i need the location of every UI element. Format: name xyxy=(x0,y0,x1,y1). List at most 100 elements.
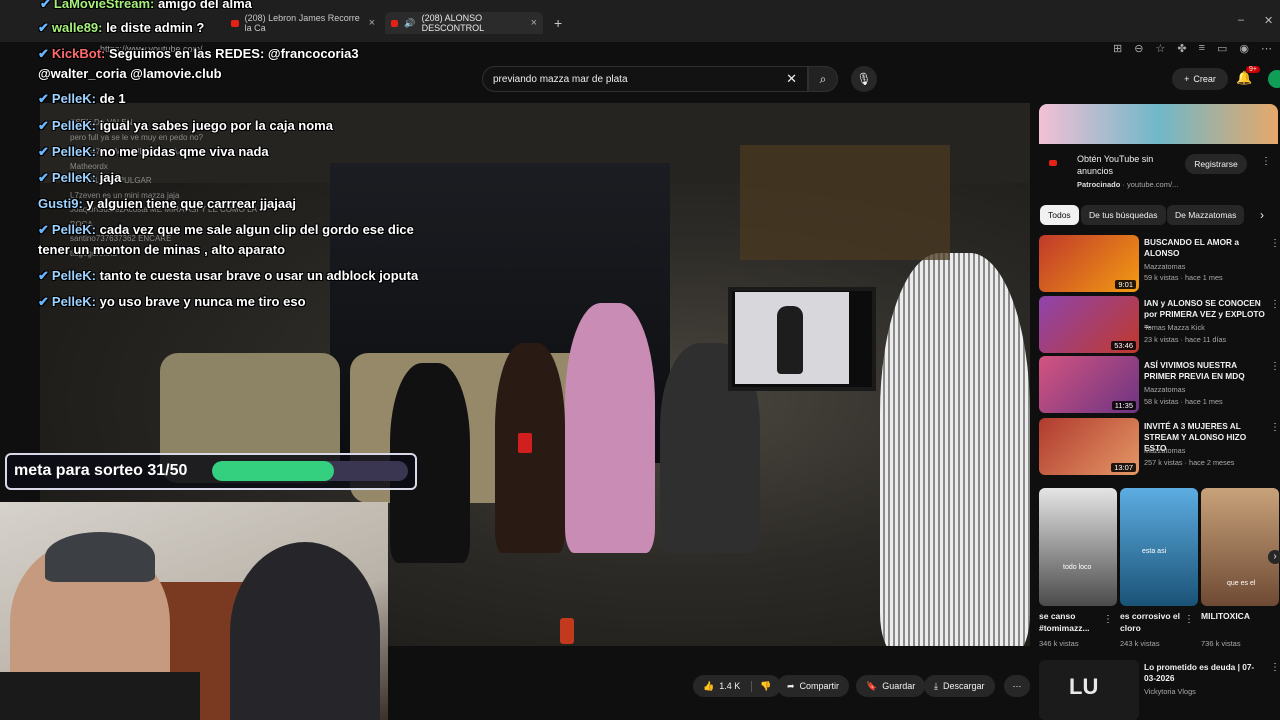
chat-message: ✔ PelleK: igual ya sabes juego por la caj… xyxy=(38,118,333,133)
rec-menu-icon[interactable]: ⋮ xyxy=(1270,422,1280,433)
short-title[interactable]: es corrosivo el cloro xyxy=(1120,610,1182,634)
download-button[interactable]: ⤓ Descargar xyxy=(924,675,995,697)
rec-title[interactable]: ASÍ VIVIMOS NUESTRA PRIMER PREVIA EN MDQ xyxy=(1144,360,1266,382)
bookmark-icon: 🔖 xyxy=(866,680,878,691)
plus-icon: + xyxy=(1184,74,1190,84)
short-thumbnail[interactable]: esta asi xyxy=(1120,488,1198,606)
short-thumbnail[interactable]: que es el xyxy=(1201,488,1279,606)
rec-menu-icon[interactable]: ⋮ xyxy=(1270,299,1280,310)
search-input[interactable]: previando mazza mar de plata ✕ xyxy=(482,66,808,92)
extensions-puzzle-icon[interactable]: ✤ xyxy=(1177,42,1186,55)
browser-toolbar: ⊞ ⊖ ☆ ✤ ≡ ▭ ◉ ⋯ xyxy=(1113,42,1280,55)
giveaway-progress-bar xyxy=(212,461,408,481)
person-pink-hoodie xyxy=(565,303,655,553)
zoom-icon[interactable]: ⊖ xyxy=(1134,42,1143,55)
tv-screen xyxy=(735,292,849,384)
verified-badge-icon: ✔ xyxy=(38,268,49,283)
reading-list-icon[interactable]: ≡ xyxy=(1199,42,1205,55)
ad-thumbnail[interactable] xyxy=(1039,104,1278,144)
rec-channel[interactable]: Vickytoria Vlogs xyxy=(1144,687,1196,696)
short-title[interactable]: MILITOXICA xyxy=(1201,610,1263,622)
more-actions-button[interactable]: ⋯ xyxy=(1004,675,1030,697)
short-title[interactable]: se canso #tomimazz... xyxy=(1039,610,1101,634)
chip-de-mazzatomas[interactable]: De Mazzatomas xyxy=(1167,205,1245,225)
chip-de-tus-busquedas[interactable]: De tus búsquedas xyxy=(1081,205,1166,225)
share-button[interactable]: ➦ Compartir xyxy=(777,675,850,697)
profile-avatar[interactable]: ◉ xyxy=(1239,42,1249,55)
like-button[interactable]: 👍 1.4 K 👎 xyxy=(693,675,782,697)
rec-thumbnail[interactable]: 53:46 xyxy=(1039,296,1139,353)
wall-cabinet xyxy=(740,145,950,260)
rec-thumbnail[interactable]: 13:07 xyxy=(1039,418,1139,475)
chat-message: ✔ PelleK: tanto te cuesta usar brave o us… xyxy=(38,268,419,283)
download-icon: ⤓ xyxy=(934,680,938,691)
create-button[interactable]: + Crear xyxy=(1172,68,1228,90)
streamer-shirt xyxy=(0,672,200,720)
menu-dots-icon[interactable]: ⋯ xyxy=(1261,42,1272,55)
chip-todos[interactable]: Todos xyxy=(1040,205,1079,225)
rec-channel[interactable]: Tomas Mazza Kick xyxy=(1144,323,1205,332)
chevron-right-icon[interactable]: › xyxy=(1260,208,1264,222)
ad-menu-icon[interactable]: ⋮ xyxy=(1261,156,1271,167)
new-tab-button[interactable]: + xyxy=(548,12,568,34)
verified-badge-icon: ✔ xyxy=(38,294,49,309)
short-thumbnail[interactable]: todo loco xyxy=(1039,488,1117,606)
verified-badge-icon: ✔ xyxy=(40,0,51,11)
clear-search-icon[interactable]: ✕ xyxy=(786,71,797,87)
chat-message: tener un monton de minas , alto aparato xyxy=(38,242,286,257)
short-menu-icon[interactable]: ⋮ xyxy=(1103,614,1113,625)
giveaway-goal-label: meta para sorteo 31/50 xyxy=(14,462,188,479)
thumbs-up-icon: 👍 xyxy=(703,680,715,691)
giveaway-progress-fill xyxy=(212,461,334,481)
rec-title[interactable]: BUSCANDO EL AMOR a ALONSO xyxy=(1144,237,1266,259)
close-window-icon[interactable]: ✕ xyxy=(1264,14,1273,27)
register-button[interactable]: Registrarse xyxy=(1185,154,1247,174)
shorts-next-icon[interactable]: › xyxy=(1268,550,1280,564)
search-button[interactable]: ⌕ xyxy=(808,66,838,92)
rec-channel[interactable]: Mazzatomas xyxy=(1144,262,1185,271)
chat-message: @walter_coria @lamovie.club xyxy=(38,66,222,81)
chat-message: ✔ PelleK: cada vez que me sale algun clip… xyxy=(38,222,414,237)
ad-sponsor-line: Patrocinado · youtube.com/... xyxy=(1077,180,1179,189)
bookmark-star-icon[interactable]: ☆ xyxy=(1155,42,1165,55)
extension-icon[interactable]: ⊞ xyxy=(1113,42,1122,55)
voice-search-button[interactable]: 🎙 xyxy=(851,66,877,92)
rec-meta: 58 k vistas · hace 1 mes xyxy=(1144,397,1223,406)
share-icon: ➦ xyxy=(787,680,795,691)
search-icon: ⌕ xyxy=(819,71,827,86)
verified-badge-icon: ✔ xyxy=(38,46,49,61)
ad-card: Obtén YouTube sin anuncios Patrocinado ·… xyxy=(1039,144,1278,196)
split-view-icon[interactable]: ▭ xyxy=(1217,42,1227,55)
rec-channel[interactable]: Mazzatomas xyxy=(1144,446,1185,455)
rec-channel[interactable]: Mazzatomas xyxy=(1144,385,1185,394)
person-in-background xyxy=(230,542,380,720)
rec-meta: 23 k vistas · hace 11 días xyxy=(1144,335,1227,344)
chat-message: ✔ PelleK: de 1 xyxy=(38,91,126,106)
thumbs-down-icon[interactable]: 👎 xyxy=(751,680,771,692)
person-striped-shirt xyxy=(880,253,1030,646)
rec-thumbnail[interactable]: 11:35 xyxy=(1039,356,1139,413)
bottle xyxy=(560,618,574,644)
verified-badge-icon: ✔ xyxy=(38,144,49,159)
rec-menu-icon[interactable]: ⋮ xyxy=(1270,361,1280,372)
youtube-logo-icon xyxy=(1049,160,1057,166)
short-views: 736 k vistas xyxy=(1201,639,1241,648)
save-button[interactable]: 🔖 Guardar xyxy=(856,675,926,697)
minimize-icon[interactable]: – xyxy=(1238,14,1244,26)
close-tab-icon[interactable]: × xyxy=(531,17,537,29)
more-dots-icon: ⋯ xyxy=(1012,680,1022,691)
rec-thumbnail[interactable]: LU xyxy=(1039,660,1139,720)
rec-title[interactable]: Lo prometido es deuda | 07-03-2026 xyxy=(1144,662,1266,684)
chat-message: ✔ PelleK: jaja xyxy=(38,170,122,185)
short-menu-icon[interactable]: ⋮ xyxy=(1184,614,1194,625)
chat-message: Gusti9: y alguien tiene que carrrear jja… xyxy=(38,196,296,211)
tv-figure xyxy=(777,306,803,374)
chat-message: ✔ walle89: le diste admin ? xyxy=(38,20,205,35)
verified-badge-icon: ✔ xyxy=(38,118,49,133)
account-avatar[interactable] xyxy=(1268,70,1280,88)
rec-thumbnail[interactable]: 9:01 xyxy=(1039,235,1139,292)
rec-menu-icon[interactable]: ⋮ xyxy=(1270,238,1280,249)
rec-menu-icon[interactable]: ⋮ xyxy=(1270,662,1280,673)
verified-badge-icon: ✔ xyxy=(38,91,49,106)
microphone-icon: 🎙 xyxy=(856,72,872,86)
